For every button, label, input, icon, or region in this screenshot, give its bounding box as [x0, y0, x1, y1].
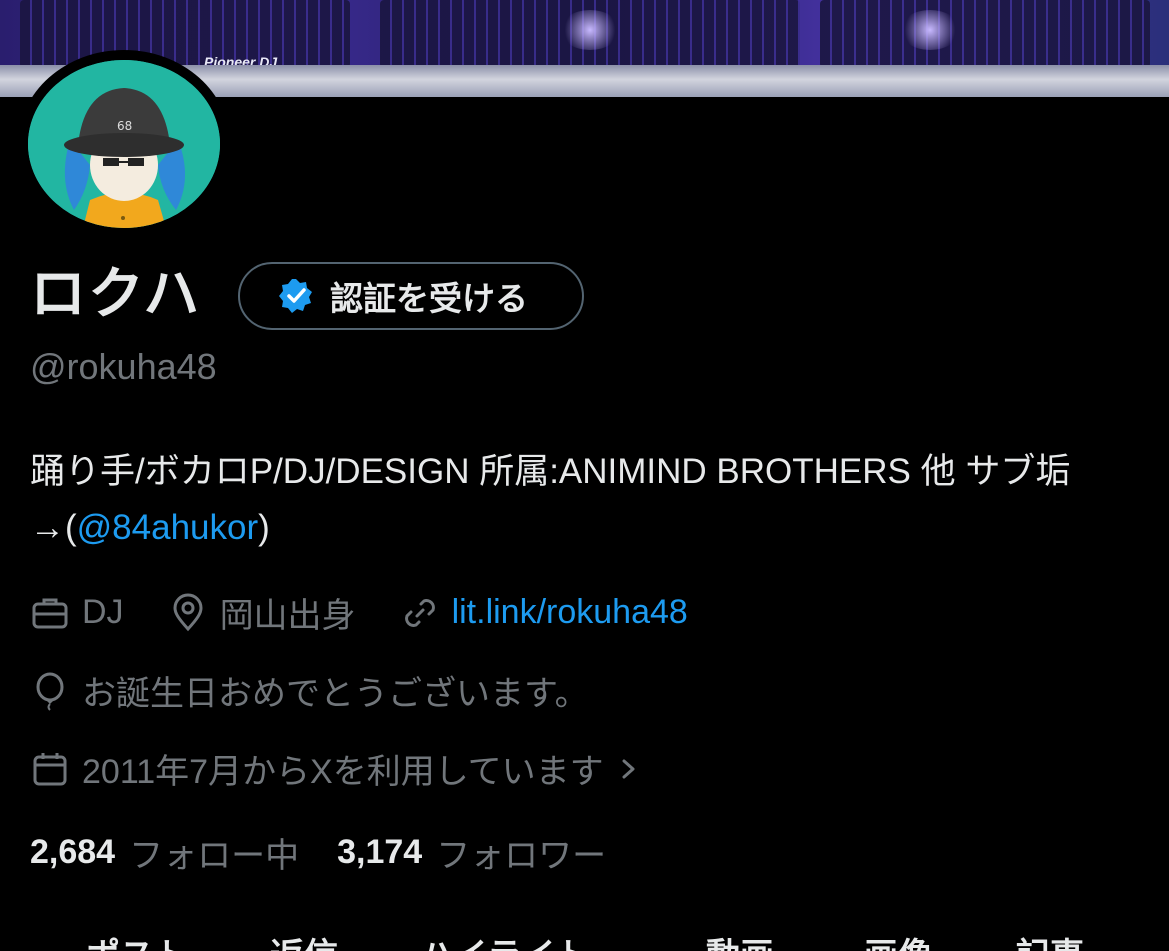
calendar-icon [33, 752, 67, 785]
tab-images[interactable]: 画像 [864, 936, 932, 951]
profile-job: DJ [30, 593, 124, 633]
location-pin-icon [173, 593, 203, 631]
tab-highlights[interactable]: ハイライト [420, 936, 589, 951]
joined-item[interactable]: 2011年7月からXを利用しています [30, 744, 642, 793]
following-count[interactable]: 2,684 [30, 833, 115, 872]
followers-label[interactable]: フォロワー [436, 828, 606, 877]
profile-joined[interactable]: 2011年7月からXを利用しています [30, 744, 686, 793]
birthday-item: お誕生日おめでとうございます。 [30, 666, 589, 715]
balloon-icon [36, 672, 64, 711]
handle: @rokuha48 [30, 346, 217, 387]
bio: 踊り手/ボカロP/DJ/DESIGN 所属:ANIMIND BROTHERS 他… [30, 444, 1150, 556]
tab-videos[interactable]: 動画 [706, 936, 774, 951]
svg-text:68: 68 [117, 119, 132, 133]
link-icon [404, 598, 435, 627]
banner-light [900, 10, 960, 50]
tab-posts[interactable]: ポスト [86, 936, 188, 951]
avatar[interactable]: 68 [18, 50, 230, 238]
profile-website[interactable]: lit.link/rokuha48 [400, 593, 688, 633]
banner-light [560, 10, 620, 50]
banner-dj-deck-left [20, 0, 350, 68]
bio-suffix: ) [258, 508, 270, 547]
profile-tabs: ポスト 返信 ハイライト 動画 画像 記事 [0, 930, 1169, 951]
get-verified-button[interactable]: 認証を受ける [238, 262, 584, 330]
tab-replies[interactable]: 返信 [270, 936, 338, 951]
tab-articles[interactable]: 記事 [1016, 936, 1084, 951]
profile-meta-row: DJ 岡山出身 lit.link/rokuha48 [30, 588, 732, 637]
joined-text: 2011年7月からXを利用しています [82, 753, 604, 791]
follow-stats: 2,684 フォロー中 3,174 フォロワー [30, 828, 644, 877]
display-name: ロクハ [30, 262, 202, 327]
briefcase-icon [32, 598, 68, 628]
get-verified-label: 認証を受ける [330, 279, 528, 318]
banner-dj-deck-right [820, 0, 1150, 68]
profile-location: 岡山出身 [168, 588, 356, 637]
bio-mention-link[interactable]: @84ahukor [77, 508, 258, 547]
followers-count[interactable]: 3,174 [337, 833, 422, 872]
birthday-text: お誕生日おめでとうございます。 [82, 675, 589, 713]
avatar-image: 68 [28, 60, 220, 228]
following-label[interactable]: フォロー中 [129, 828, 299, 877]
verified-badge-icon [279, 279, 312, 313]
location-text: 岡山出身 [219, 597, 356, 635]
website-link[interactable]: lit.link/rokuha48 [452, 593, 688, 632]
job-text: DJ [82, 593, 124, 631]
chevron-right-icon [622, 759, 635, 778]
profile-birthday: お誕生日おめでとうございます。 [30, 666, 633, 715]
